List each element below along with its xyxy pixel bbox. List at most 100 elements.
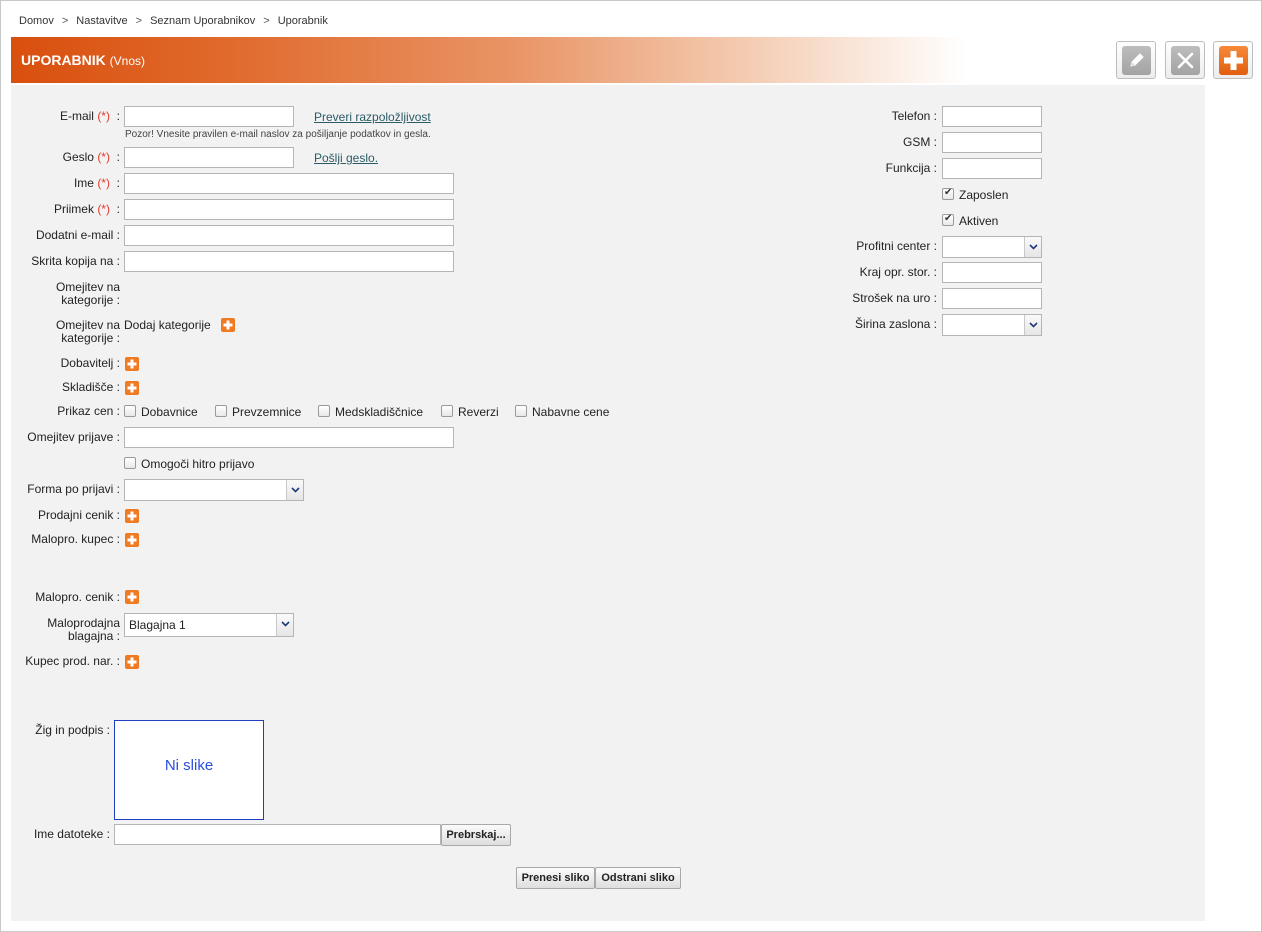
place-label: Kraj opr. stor. :: [859, 265, 937, 279]
login-limit-label: Omejitev prijave :: [27, 430, 120, 444]
active-label: Aktiven: [959, 214, 999, 228]
price-option-label: Reverzi: [458, 405, 499, 419]
colon: :: [116, 150, 120, 164]
price-option-checkbox-prevzemnice[interactable]: [215, 405, 227, 417]
hourly-cost-label: Strošek na uro :: [852, 291, 937, 305]
colon: :: [116, 202, 120, 216]
active-checkbox[interactable]: [942, 213, 954, 226]
no-image-text: Ni slike: [164, 757, 214, 774]
add-supplier-plus-icon[interactable]: [125, 357, 139, 371]
close-x-icon: [1171, 46, 1200, 75]
category-limit-label-2: Omejitev na kategorije :: [20, 319, 120, 345]
password-label: Geslo (*) :: [20, 151, 120, 164]
bcc-label-text: Skrita kopija na: [31, 254, 114, 268]
add-new-button[interactable]: [1213, 41, 1253, 79]
profit-center-select[interactable]: [942, 236, 1042, 258]
retail-pricelist-label: Malopro. cenik :: [35, 590, 120, 604]
price-option-label: Medskladiščnice: [335, 405, 424, 419]
employed-checkbox[interactable]: [942, 187, 954, 200]
form-after-login-label: Forma po prijavi :: [27, 482, 120, 496]
add-customer-order-plus-icon[interactable]: [125, 655, 139, 669]
page-title: UPORABNIK (Vnos): [21, 52, 145, 68]
add-category-plus-icon[interactable]: [221, 318, 235, 332]
category-limit-label: Omejitev na kategorije :: [20, 281, 120, 307]
breadcrumb-separator: >: [61, 15, 69, 27]
quick-login-label: Omogoči hitro prijavo: [141, 457, 255, 471]
required-mark: (*): [97, 176, 110, 190]
password-input[interactable]: [124, 147, 294, 168]
price-option-checkbox-medskladiscnice[interactable]: [318, 405, 330, 417]
retail-customer-label: Malopro. kupec :: [31, 532, 120, 546]
price-option-checkbox-dobavnice[interactable]: [124, 405, 136, 417]
add-sales-pricelist-plus-icon[interactable]: [125, 509, 139, 523]
page-title-text: UPORABNIK: [21, 52, 106, 68]
email-label-text: E-mail: [59, 109, 94, 123]
breadcrumb-separator: >: [135, 15, 143, 27]
add-retail-pricelist-plus-icon[interactable]: [125, 590, 139, 604]
pencil-icon: [1122, 46, 1151, 75]
filename-input[interactable]: [114, 824, 441, 845]
screen-width-select[interactable]: [942, 314, 1042, 336]
edit-button[interactable]: [1116, 41, 1156, 79]
extra-email-label: Dodatni e-mail :: [20, 229, 120, 242]
browse-button[interactable]: Prebrskaj...: [441, 824, 511, 846]
filename-label: Ime datoteke :: [33, 827, 110, 841]
price-option-label: Nabavne cene: [532, 405, 610, 419]
breadcrumb-users-list[interactable]: Seznam Uporabnikov: [150, 15, 255, 27]
supplier-label: Dobavitelj :: [60, 356, 120, 370]
function-label: Funkcija :: [885, 161, 937, 175]
price-option-label: Dobavnice: [141, 405, 198, 419]
sales-pricelist-label: Prodajni cenik :: [37, 508, 120, 522]
name-label-text: Ime: [73, 176, 94, 190]
form-after-login-select[interactable]: [124, 479, 304, 501]
name-label: Ime (*) :: [20, 177, 120, 190]
email-label: E-mail (*) :: [20, 110, 120, 123]
stamp-label: Žig in podpis :: [35, 723, 110, 737]
login-limit-input[interactable]: [124, 427, 454, 448]
stamp-image-box: Ni slike: [114, 720, 264, 820]
customer-order-label: Kupec prod. nar. :: [25, 654, 120, 668]
close-button[interactable]: [1165, 41, 1205, 79]
screen-width-label: Širina zaslona :: [854, 317, 937, 331]
colon: :: [116, 228, 120, 242]
send-password-link[interactable]: Pošlji geslo.: [314, 151, 378, 165]
check-availability-link[interactable]: Preveri razpoložljivost: [314, 110, 431, 124]
page-subtitle: (Vnos): [109, 54, 146, 68]
email-hint: Pozor! Vnesite pravilen e-mail naslov za…: [125, 129, 431, 140]
price-option-checkbox-reverzi[interactable]: [441, 405, 453, 417]
retail-register-label: Maloprodajna blagajna :: [20, 617, 120, 643]
phone-input[interactable]: [942, 106, 1042, 127]
chevron-down-icon: [286, 480, 303, 500]
email-input[interactable]: [124, 106, 294, 127]
breadcrumb-separator: >: [263, 15, 270, 27]
add-category-label: Dodaj kategorije: [124, 318, 211, 332]
price-option-checkbox-nabavne-cene[interactable]: [515, 405, 527, 417]
name-input[interactable]: [124, 173, 454, 194]
chevron-down-icon: [1024, 315, 1041, 335]
remove-image-button[interactable]: Odstrani sliko: [595, 867, 681, 889]
breadcrumb-settings[interactable]: Nastavitve: [76, 15, 127, 27]
upload-image-button[interactable]: Prenesi sliko: [516, 867, 595, 889]
colon: :: [116, 176, 120, 190]
surname-label: Priimek (*) :: [20, 203, 120, 216]
price-display-label: Prikaz cen :: [57, 404, 120, 418]
add-warehouse-plus-icon[interactable]: [125, 381, 139, 395]
category-limit-label-line1: Omejitev na: [55, 280, 120, 294]
plus-icon: [1219, 46, 1248, 75]
retail-register-label-line1: Maloprodajna: [47, 616, 120, 630]
bcc-input[interactable]: [124, 251, 454, 272]
hourly-cost-input[interactable]: [942, 288, 1042, 309]
extra-email-input[interactable]: [124, 225, 454, 246]
category-limit-label-line1: Omejitev na: [55, 318, 120, 332]
retail-register-select[interactable]: Blagajna 1: [124, 613, 294, 637]
place-input[interactable]: [942, 262, 1042, 283]
breadcrumb: Domov > Nastavitve > Seznam Uporabnikov > Upor…: [19, 15, 328, 27]
phone-label: Telefon :: [891, 109, 937, 123]
breadcrumb-home[interactable]: Domov: [19, 15, 54, 27]
function-input[interactable]: [942, 158, 1042, 179]
quick-login-checkbox[interactable]: [124, 457, 136, 469]
add-retail-customer-plus-icon[interactable]: [125, 533, 139, 547]
gsm-input[interactable]: [942, 132, 1042, 153]
chevron-down-icon: [1024, 237, 1041, 257]
surname-input[interactable]: [124, 199, 454, 220]
